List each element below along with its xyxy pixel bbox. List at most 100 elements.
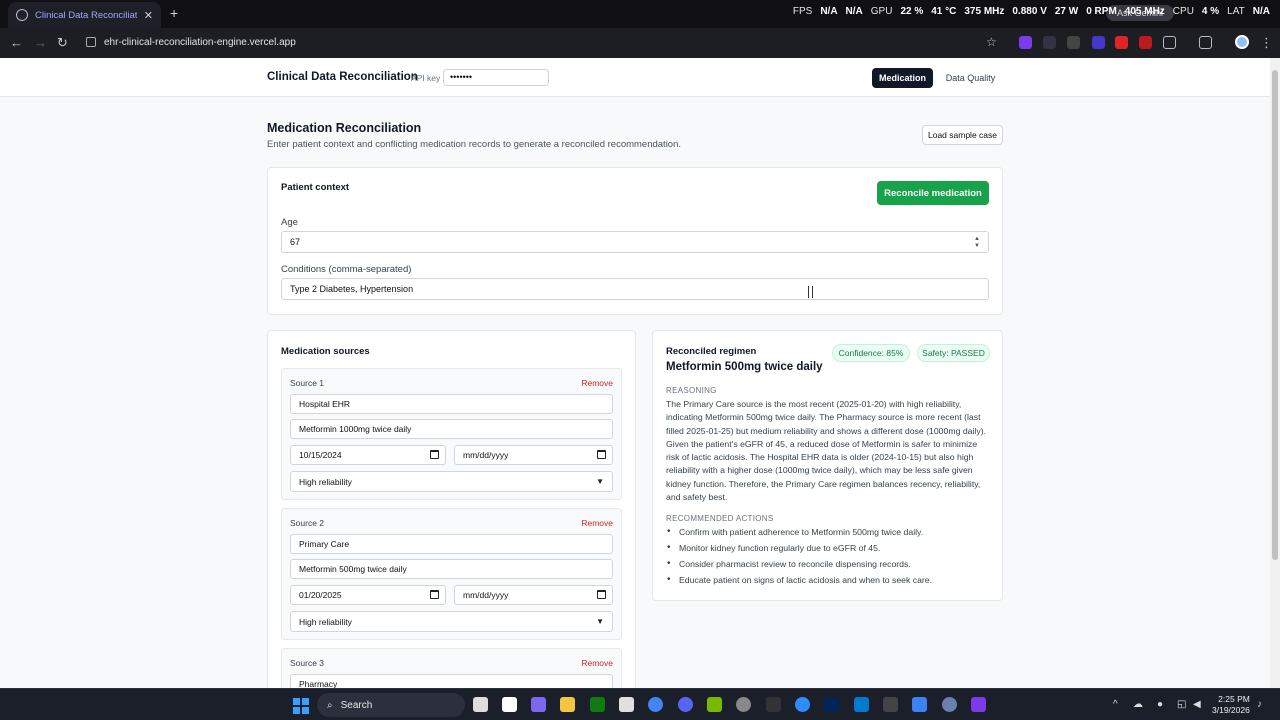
fps-label: FPS	[792, 6, 813, 17]
list-item: Consider pharmacist review to reconcile …	[666, 557, 988, 573]
source-medication-input[interactable]: Metformin 500mg twice daily	[290, 559, 613, 579]
app-icon[interactable]	[971, 697, 986, 712]
reasoning-heading: REASONING	[666, 386, 717, 395]
calendar-icon[interactable]	[597, 450, 606, 459]
lat-value: N/A	[1252, 6, 1270, 17]
remove-source-button[interactable]: Remove	[581, 518, 613, 528]
vscode-icon[interactable]	[854, 697, 869, 712]
extension-icon[interactable]	[1139, 36, 1152, 49]
settings-icon[interactable]	[912, 697, 927, 712]
windows-start-icon[interactable]	[293, 698, 309, 714]
app-icon[interactable]	[942, 697, 957, 712]
source-system-input[interactable]: Primary Care	[290, 534, 613, 554]
task-view-icon[interactable]	[473, 697, 488, 712]
more-menu-icon[interactable]: ⋮	[1260, 35, 1273, 51]
chevron-up-icon[interactable]: ^	[1113, 699, 1118, 710]
tab-medication[interactable]: Medication	[872, 68, 933, 88]
source-date-value: 01/20/2025	[299, 590, 342, 600]
back-icon[interactable]: ←	[10, 35, 23, 50]
age-input[interactable]: 67 ▲ ▼	[281, 231, 989, 253]
chevron-down-icon: ▼	[596, 477, 604, 486]
chevron-down-icon: ▼	[596, 617, 604, 626]
source-date-input[interactable]: 01/20/2025	[290, 585, 446, 605]
source-card: Source 2 Remove Primary Care Metformin 5…	[281, 508, 622, 640]
cpu-pct: 4 %	[1201, 6, 1220, 17]
gpu-volt: 0.880 V	[1012, 6, 1047, 17]
gpu-power: 27 W	[1054, 6, 1079, 17]
calendar-icon[interactable]	[597, 590, 606, 599]
xbox-icon[interactable]	[590, 697, 605, 712]
list-item: Educate patient on signs of lactic acido…	[666, 573, 988, 589]
extension-icon[interactable]	[1067, 36, 1080, 49]
app-icon[interactable]	[736, 697, 751, 712]
conditions-input[interactable]: Type 2 Diabetes, Hypertension	[281, 278, 989, 300]
search-label: Search	[340, 699, 373, 711]
new-tab-icon[interactable]: +	[170, 5, 178, 21]
safety-badge: Safety: PASSED	[917, 344, 990, 362]
extension-icon[interactable]	[1115, 36, 1128, 49]
reliability-value: High reliability	[299, 476, 352, 487]
api-key-input[interactable]: •••••••	[443, 69, 549, 86]
search-icon: ⌕	[327, 699, 333, 711]
side-panel-icon[interactable]	[1199, 36, 1212, 49]
file-explorer-icon[interactable]	[560, 697, 575, 712]
network-icon[interactable]: ◱	[1177, 699, 1186, 710]
source-system-input[interactable]: Hospital EHR	[290, 394, 613, 414]
page-scrollbar[interactable]	[1270, 58, 1280, 688]
extension-icon[interactable]	[1043, 36, 1056, 49]
bookmark-star-icon[interactable]: ☆	[986, 35, 997, 49]
tab-data-quality[interactable]: Data Quality	[939, 68, 1002, 88]
source-date-input[interactable]: 10/15/2024	[290, 445, 446, 465]
reconciled-regimen: Metformin 500mg twice daily	[666, 361, 823, 373]
reconcile-button[interactable]: Reconcile medication	[877, 181, 989, 205]
nvidia-icon[interactable]	[707, 697, 722, 712]
cloud-icon[interactable]: ☁	[1133, 699, 1143, 710]
load-sample-button[interactable]: Load sample case	[922, 125, 1003, 145]
volume-icon[interactable]: ◀	[1193, 699, 1201, 710]
confidence-badge: Confidence: 85%	[832, 344, 910, 362]
profile-avatar[interactable]	[1235, 35, 1249, 49]
calendar-icon[interactable]	[430, 590, 439, 599]
app-icon[interactable]	[883, 697, 898, 712]
notification-bell-icon[interactable]: ♪	[1257, 699, 1262, 710]
source-label: Source 1	[290, 378, 325, 388]
gpu-label: GPU	[870, 6, 893, 17]
remove-source-button[interactable]: Remove	[581, 658, 613, 668]
chrome-icon[interactable]	[648, 697, 663, 712]
taskbar-clock[interactable]: 2:25 PM 3/19/2026	[1212, 694, 1250, 716]
copilot-icon[interactable]	[531, 697, 546, 712]
source-last-filled-input[interactable]: mm/dd/yyyy	[454, 585, 613, 605]
performance-overlay: FPS N/A N/A GPU 22 % 41 °C 375 MHz 0.880…	[793, 6, 1270, 17]
source-last-filled-input[interactable]: mm/dd/yyyy	[454, 445, 613, 465]
taskbar-search[interactable]: ⌕ Search	[317, 693, 465, 717]
number-spinner-icon[interactable]: ▲ ▼	[974, 236, 980, 250]
source-system-input[interactable]: Pharmacy	[290, 674, 613, 688]
reliability-value: High reliability	[299, 616, 352, 627]
terminal-icon[interactable]	[766, 697, 781, 712]
remove-source-button[interactable]: Remove	[581, 378, 613, 388]
forward-icon[interactable]: →	[34, 35, 47, 50]
close-tab-icon[interactable]: ✕	[144, 9, 153, 22]
scrollbar-thumb[interactable]	[1272, 70, 1278, 560]
zoom-icon[interactable]	[795, 697, 810, 712]
extension-icon[interactable]	[1092, 36, 1105, 49]
list-item: Monitor kidney function regularly due to…	[666, 541, 988, 557]
notion-icon[interactable]	[502, 697, 517, 712]
extension-icon[interactable]	[1019, 36, 1032, 49]
source-medication-input[interactable]: Metformin 1000mg twice daily	[290, 419, 613, 439]
extensions-puzzle-icon[interactable]	[1163, 36, 1176, 49]
page-subtitle: Enter patient context and conflicting me…	[267, 139, 682, 150]
mem-clock: 405 MHz	[1124, 6, 1165, 17]
source-reliability-select[interactable]: High reliability ▼	[290, 611, 613, 632]
browser-tab[interactable]: Clinical Data Reconciliation Da ✕	[8, 2, 161, 28]
microphone-icon[interactable]: ●	[1157, 699, 1163, 710]
calendar-icon[interactable]	[430, 450, 439, 459]
reload-icon[interactable]: ↻	[57, 35, 68, 51]
text-cursor-icon	[808, 286, 813, 298]
site-info-icon[interactable]	[86, 37, 96, 47]
discord-icon[interactable]	[678, 697, 693, 712]
store-icon[interactable]	[619, 697, 634, 712]
powershell-icon[interactable]	[824, 697, 839, 712]
url-input[interactable]: ehr-clinical-reconciliation-engine.verce…	[104, 37, 296, 48]
source-reliability-select[interactable]: High reliability ▼	[290, 471, 613, 492]
